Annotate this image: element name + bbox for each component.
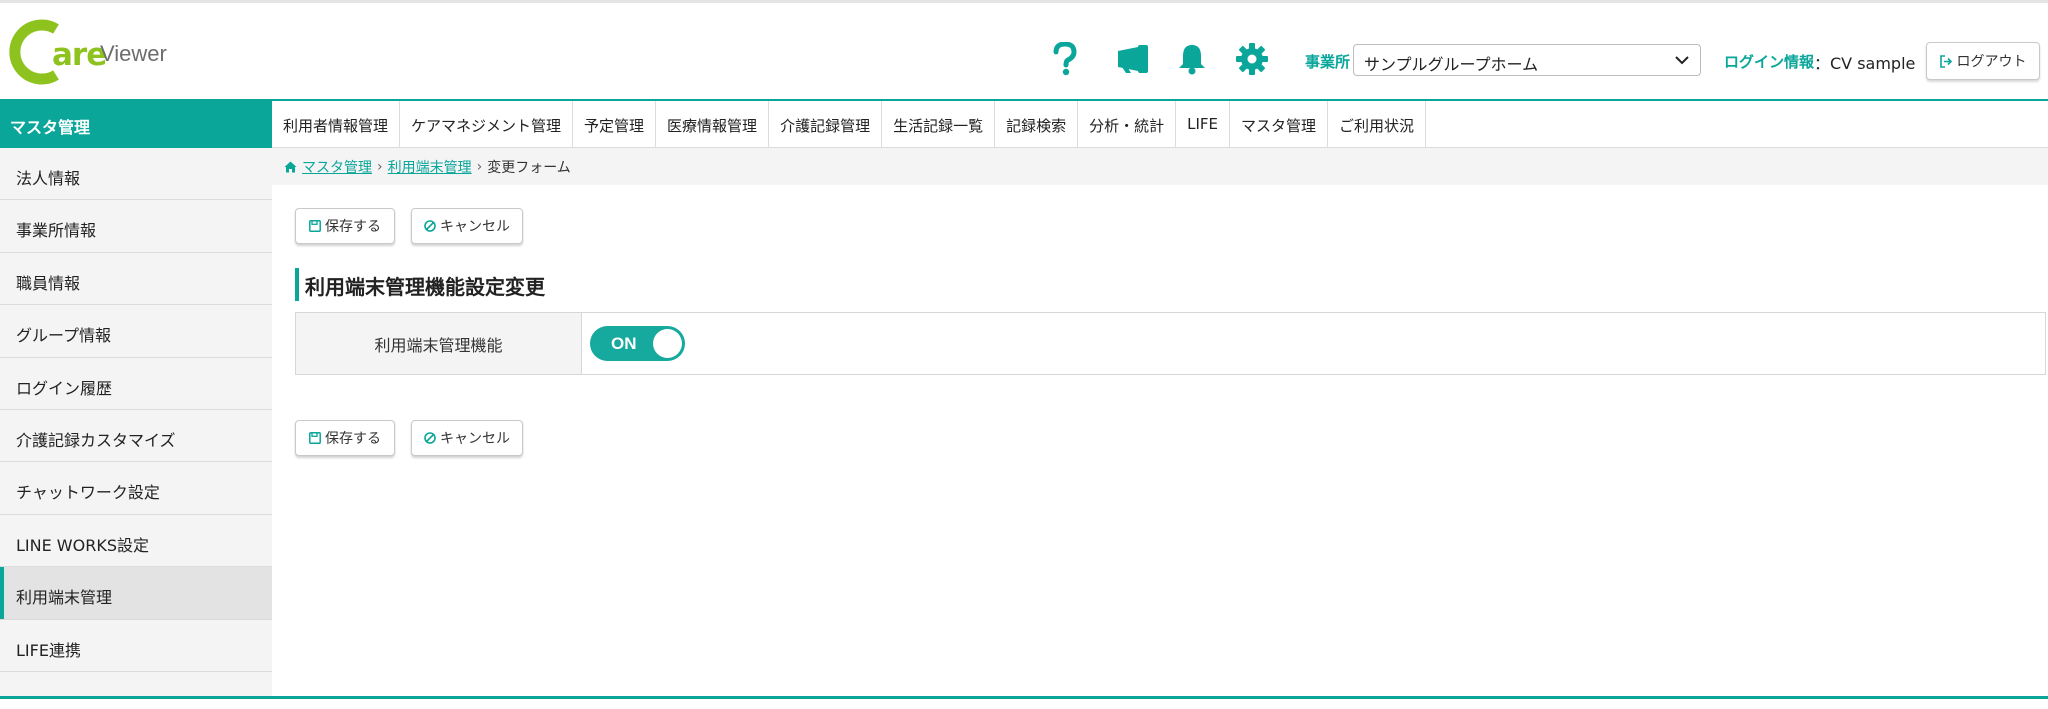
megaphone-icon[interactable] [1114, 39, 1154, 79]
breadcrumb-separator: › [377, 158, 383, 175]
toggle-knob [653, 329, 682, 358]
nav-care-management[interactable]: ケアマネジメント管理 [400, 101, 574, 147]
logo[interactable]: are Viewer [8, 19, 167, 89]
nav-medical-info[interactable]: 医療情報管理 [656, 101, 770, 147]
gear-icon[interactable] [1232, 39, 1272, 79]
nav-schedule[interactable]: 予定管理 [573, 101, 657, 147]
login-user: ：CV sample [1814, 54, 1916, 73]
save-button[interactable]: 保存する [295, 208, 395, 244]
cancel-button[interactable]: キャンセル [411, 208, 523, 244]
nav-care-records[interactable]: 介護記録管理 [769, 101, 883, 147]
sidebar-item-group-info[interactable]: グループ情報 [0, 305, 272, 358]
breadcrumb-current: 変更フォーム [487, 159, 571, 176]
bell-icon[interactable] [1172, 39, 1212, 79]
nav-analytics[interactable]: 分析・統計 [1078, 101, 1177, 147]
sidebar-item-office-info[interactable]: 事業所情報 [0, 200, 272, 253]
office-select[interactable]: サンプルグループホーム [1353, 44, 1701, 76]
main-nav: 利用者情報管理 ケアマネジメント管理 予定管理 医療情報管理 介護記録管理 生活… [272, 101, 2048, 148]
breadcrumb: マスタ管理 › 利用端末管理 › 変更フォーム [272, 148, 2048, 185]
sidebar-item-life-integration[interactable]: LIFE連携 [0, 620, 272, 672]
sidebar-item-staff-info[interactable]: 職員情報 [0, 253, 272, 306]
office-label: 事業所 [1305, 53, 1351, 71]
save-label: 保存する [325, 219, 381, 235]
logo-viewer-text: Viewer [100, 41, 167, 66]
logout-label: ログアウト [1956, 54, 2027, 70]
cancel-button-bottom[interactable]: キャンセル [411, 420, 523, 456]
nav-life[interactable]: LIFE [1176, 101, 1231, 147]
breadcrumb-separator: › [476, 158, 483, 175]
toggle-text: ON [611, 334, 637, 353]
help-icon[interactable] [1045, 39, 1085, 79]
sidebar-item-care-record-customize[interactable]: 介護記録カスタマイズ [0, 410, 272, 463]
setting-value: ON [582, 313, 2045, 374]
nav-record-search[interactable]: 記録検索 [995, 101, 1079, 147]
sidebar-item-corporate-info[interactable]: 法人情報 [0, 148, 272, 201]
save-icon [309, 220, 321, 232]
sidebar-title: マスタ管理 [0, 101, 272, 148]
logo-are-text: are [52, 37, 107, 73]
nav-life-records[interactable]: 生活記録一覧 [882, 101, 996, 147]
cancel-label: キャンセル [440, 219, 510, 235]
breadcrumb-device-management[interactable]: 利用端末管理 [388, 157, 472, 177]
nav-master[interactable]: マスタ管理 [1230, 101, 1329, 147]
chevron-down-icon [1675, 56, 1689, 65]
save-label: 保存する [325, 431, 381, 447]
breadcrumb-master[interactable]: マスタ管理 [302, 157, 372, 177]
device-management-toggle[interactable]: ON [590, 326, 685, 361]
login-info-label: ログイン情報 [1724, 53, 1815, 71]
office-selected-value: サンプルグループホーム [1364, 55, 1539, 74]
logout-icon [1939, 54, 1952, 68]
setting-label: 利用端末管理機能 [296, 313, 582, 374]
save-icon [309, 432, 321, 444]
sidebar-item-chatwork-settings[interactable]: チャットワーク設定 [0, 462, 272, 515]
footer-divider [0, 696, 2048, 699]
header: are Viewer 事業所 サンプルグループホーム ログイン情報 ：CV sa… [0, 3, 2048, 99]
home-icon[interactable] [284, 161, 297, 173]
logout-button[interactable]: ログアウト [1926, 42, 2040, 80]
sidebar: 法人情報 事業所情報 職員情報 グループ情報 ログイン履歴 介護記録カスタマイズ… [0, 148, 272, 696]
nav-user-info[interactable]: 利用者情報管理 [272, 101, 401, 147]
save-button-bottom[interactable]: 保存する [295, 420, 395, 456]
sidebar-item-login-history[interactable]: ログイン履歴 [0, 358, 272, 410]
setting-row: 利用端末管理機能 ON [295, 312, 2046, 375]
sidebar-item-device-management[interactable]: 利用端末管理 [0, 567, 272, 620]
nav-usage-status[interactable]: ご利用状況 [1328, 101, 1427, 147]
page-title: 利用端末管理機能設定変更 [295, 268, 545, 301]
cancel-label: キャンセル [440, 431, 510, 447]
sidebar-item-line-works-settings[interactable]: LINE WORKS設定 [0, 515, 272, 568]
cancel-icon [424, 220, 436, 232]
cancel-icon [424, 432, 436, 444]
